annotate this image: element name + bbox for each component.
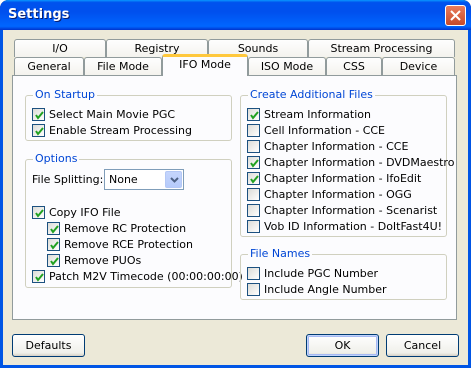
tab-file-mode[interactable]: File Mode <box>84 57 162 75</box>
checkbox-box <box>32 108 45 121</box>
checkbox-label: Chapter Information - Scenarist <box>264 203 438 217</box>
create-additional-files-group: Create Additional Files Stream Informati… <box>240 88 454 237</box>
title-bar[interactable]: Settings <box>0 0 471 30</box>
remove-rc-protection-checkbox[interactable]: Remove RC Protection <box>47 221 186 236</box>
check-icon <box>35 273 44 282</box>
vob-id-information-checkbox[interactable]: Vob ID Information - DoItFast4U! <box>247 219 442 234</box>
create-additional-files-title: Create Additional Files <box>248 88 375 102</box>
ifo-mode-panel: On Startup Select Main Movie PGC Enable … <box>12 75 457 320</box>
checkbox-label: Chapter Information - DVDMaestro <box>264 155 455 169</box>
cancel-button[interactable]: Cancel <box>386 334 459 357</box>
on-startup-group: On Startup Select Main Movie PGC Enable … <box>25 88 232 141</box>
checkbox-box <box>247 204 260 217</box>
options-title: Options <box>33 152 80 166</box>
check-icon <box>35 209 44 218</box>
include-pgc-number-checkbox[interactable]: Include PGC Number <box>247 266 378 281</box>
checkbox-box <box>247 124 260 137</box>
checkbox-label: Chapter Information - IfoEdit <box>264 171 422 185</box>
checkbox-box <box>47 238 60 251</box>
checkbox-box <box>47 222 60 235</box>
checkbox-box <box>247 172 260 185</box>
chapter-information-scenarist-checkbox[interactable]: Chapter Information - Scenarist <box>247 203 437 218</box>
patch-m2v-timecode-checkbox[interactable]: Patch M2V Timecode (00:00:00:00) <box>32 269 243 284</box>
checkbox-box <box>32 124 45 137</box>
checkbox-box <box>247 156 260 169</box>
close-icon <box>450 10 461 21</box>
copy-ifo-file-checkbox[interactable]: Copy IFO File <box>32 205 121 220</box>
chapter-information-ifoedit-checkbox[interactable]: Chapter Information - IfoEdit <box>247 171 421 186</box>
settings-window: Settings I/O Registry Sounds Stream Proc… <box>0 0 471 368</box>
close-button[interactable] <box>445 5 466 26</box>
chapter-information-dvdmaestro-checkbox[interactable]: Chapter Information - DVDMaestro <box>247 155 454 170</box>
check-icon <box>35 111 44 120</box>
tab-iso-mode[interactable]: ISO Mode <box>248 57 326 75</box>
select-main-movie-pgc-checkbox[interactable]: Select Main Movie PGC <box>32 107 175 122</box>
checkbox-label: Remove RCE Protection <box>64 237 194 251</box>
check-icon <box>250 111 259 120</box>
tab-ifo-mode[interactable]: IFO Mode <box>162 54 248 76</box>
checkbox-label: Include Angle Number <box>264 282 387 296</box>
on-startup-title: On Startup <box>33 88 97 102</box>
remove-rce-protection-checkbox[interactable]: Remove RCE Protection <box>47 237 193 252</box>
checkbox-box <box>32 206 45 219</box>
chapter-information-cce-checkbox[interactable]: Chapter Information - CCE <box>247 139 408 154</box>
check-icon <box>250 159 259 168</box>
stream-information-checkbox[interactable]: Stream Information <box>247 107 371 122</box>
checkbox-label: Patch M2V Timecode (00:00:00:00) <box>49 269 243 283</box>
checkbox-label: Cell Information - CCE <box>264 123 386 137</box>
check-icon <box>50 225 59 234</box>
checkbox-label: Chapter Information - OGG <box>264 187 412 201</box>
checkbox-box <box>247 188 260 201</box>
chevron-down-icon <box>170 177 179 183</box>
checkbox-label: Enable Stream Processing <box>49 123 192 137</box>
chapter-information-ogg-checkbox[interactable]: Chapter Information - OGG <box>247 187 412 202</box>
checkbox-box <box>247 108 260 121</box>
check-icon <box>50 257 59 266</box>
tab-css[interactable]: CSS <box>326 57 382 75</box>
check-icon <box>35 127 44 136</box>
include-angle-number-checkbox[interactable]: Include Angle Number <box>247 282 387 297</box>
checkbox-label: Stream Information <box>264 107 371 121</box>
tab-device[interactable]: Device <box>382 57 455 75</box>
file-splitting-value: None <box>109 173 138 186</box>
ok-button[interactable]: OK <box>306 334 379 357</box>
file-splitting-label: File Splitting: <box>32 173 104 186</box>
checkbox-box <box>247 220 260 233</box>
cell-information-cce-checkbox[interactable]: Cell Information - CCE <box>247 123 385 138</box>
checkbox-label: Include PGC Number <box>264 266 379 280</box>
enable-stream-processing-checkbox[interactable]: Enable Stream Processing <box>32 123 192 138</box>
tab-io[interactable]: I/O <box>14 39 106 57</box>
checkbox-label: Select Main Movie PGC <box>49 107 176 121</box>
checkbox-box <box>247 283 260 296</box>
checkbox-label: Chapter Information - CCE <box>264 139 409 153</box>
checkbox-box <box>47 254 60 267</box>
remove-puos-checkbox[interactable]: Remove PUOs <box>47 253 141 268</box>
checkbox-label: Remove RC Protection <box>64 221 187 235</box>
dropdown-button[interactable] <box>165 171 182 188</box>
checkbox-label: Copy IFO File <box>49 205 121 219</box>
window-title: Settings <box>8 7 70 22</box>
check-icon <box>50 241 59 250</box>
file-names-title: File Names <box>248 247 313 261</box>
tab-general[interactable]: General <box>14 57 84 75</box>
checkbox-box <box>247 140 260 153</box>
checkbox-box <box>32 270 45 283</box>
tab-stream-processing[interactable]: Stream Processing <box>308 39 455 57</box>
checkbox-label: Vob ID Information - DoItFast4U! <box>264 219 443 233</box>
file-splitting-select[interactable]: None <box>104 169 184 190</box>
check-icon <box>250 175 259 184</box>
file-names-group: File Names Include PGC Number Include An… <box>240 247 447 300</box>
options-group: Options File Splitting: None Copy IFO Fi… <box>25 152 243 288</box>
defaults-button[interactable]: Defaults <box>12 334 85 357</box>
checkbox-label: Remove PUOs <box>64 253 142 267</box>
checkbox-box <box>247 267 260 280</box>
